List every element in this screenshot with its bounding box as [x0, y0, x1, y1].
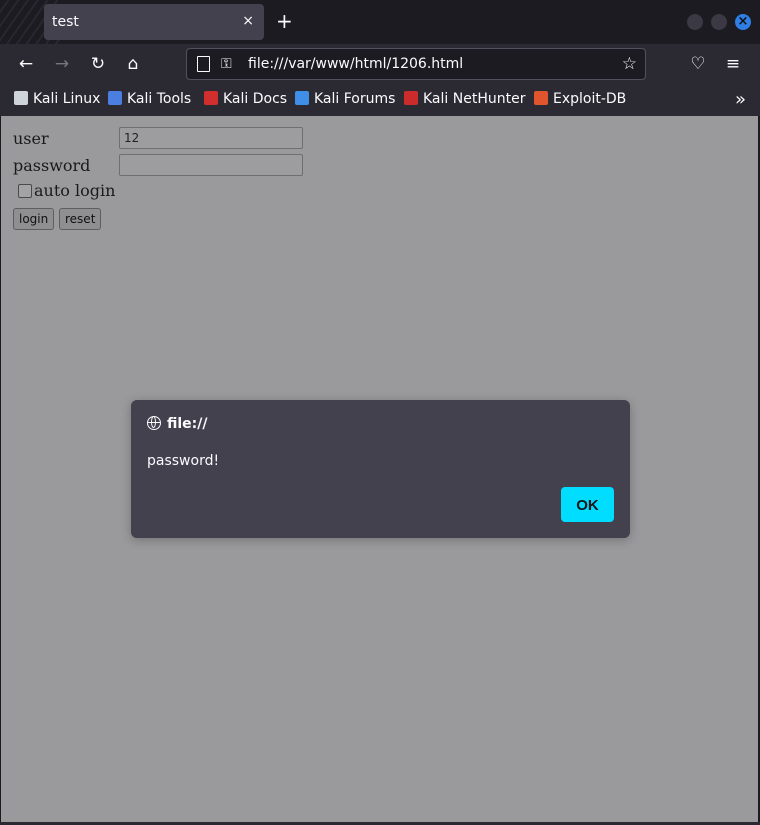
app-menu-icon[interactable]: ≡ [722, 53, 744, 75]
bookmark-kali-linux[interactable]: Kali Linux [14, 91, 100, 107]
login-button[interactable]: login [13, 208, 55, 230]
bookmark-kali-forums[interactable]: Kali Forums [295, 91, 395, 107]
window-close-button[interactable]: × [735, 14, 751, 30]
bookmark-exploit-db[interactable]: Exploit-DB [534, 91, 626, 107]
bookmark-label: Kali Tools [127, 91, 192, 107]
user-input[interactable] [119, 127, 303, 149]
password-input[interactable] [119, 154, 303, 176]
bookmark-star-icon[interactable]: ☆ [622, 54, 637, 74]
tab-close-icon[interactable]: × [242, 13, 254, 29]
kali-nethunter-icon [404, 91, 418, 105]
bookmark-label: Exploit-DB [553, 91, 627, 107]
forward-button[interactable]: → [51, 53, 73, 75]
key-icon[interactable]: ⚿ [221, 56, 232, 72]
exploit-db-icon [534, 91, 548, 105]
reload-button[interactable]: ↻ [87, 53, 109, 75]
password-label: password [13, 156, 91, 175]
bookmark-kali-tools[interactable]: Kali Tools [108, 91, 191, 107]
dialog-message: password! [147, 453, 220, 469]
auto-login-label: auto login [34, 181, 116, 200]
alert-dialog: file:// password! OK [131, 400, 630, 538]
bookmark-label: Kali Forums [314, 91, 396, 107]
kali-linux-icon [14, 91, 28, 105]
bookmarks-toolbar: Kali Linux Kali Tools Kali Docs Kali For… [0, 84, 760, 116]
bookmarks-overflow-icon[interactable]: » [735, 89, 746, 110]
page-icon [197, 56, 210, 72]
bookmark-label: Kali NetHunter [423, 91, 526, 107]
kali-forums-icon [295, 91, 309, 105]
back-button[interactable]: ← [15, 53, 37, 75]
bookmark-label: Kali Docs [223, 91, 288, 107]
dialog-origin: file:// [167, 416, 208, 432]
ok-button[interactable]: OK [561, 487, 614, 522]
url-text[interactable]: file:///var/www/html/1206.html [248, 56, 463, 72]
user-label: user [13, 129, 49, 148]
pocket-icon[interactable]: ♡ [687, 53, 709, 75]
address-bar[interactable]: ⚿ file:///var/www/html/1206.html ☆ [186, 48, 646, 80]
new-tab-button[interactable]: + [276, 9, 293, 33]
reset-button[interactable]: reset [59, 208, 102, 230]
maximize-button[interactable] [711, 14, 727, 30]
minimize-button[interactable] [687, 14, 703, 30]
bookmark-label: Kali Linux [33, 91, 101, 107]
tab-strip: test × + × [0, 0, 760, 44]
tab-test[interactable]: test × [44, 4, 264, 40]
bookmark-kali-nethunter[interactable]: Kali NetHunter [404, 91, 525, 107]
globe-icon [147, 416, 161, 430]
kali-docs-icon [204, 91, 218, 105]
kali-tools-icon [108, 91, 122, 105]
home-button[interactable]: ⌂ [122, 53, 144, 75]
auto-login-checkbox[interactable] [18, 184, 32, 198]
tab-title: test [52, 14, 79, 30]
navigation-toolbar: ← → ↻ ⌂ ⚿ file:///var/www/html/1206.html… [0, 44, 760, 84]
bookmark-kali-docs[interactable]: Kali Docs [204, 91, 287, 107]
